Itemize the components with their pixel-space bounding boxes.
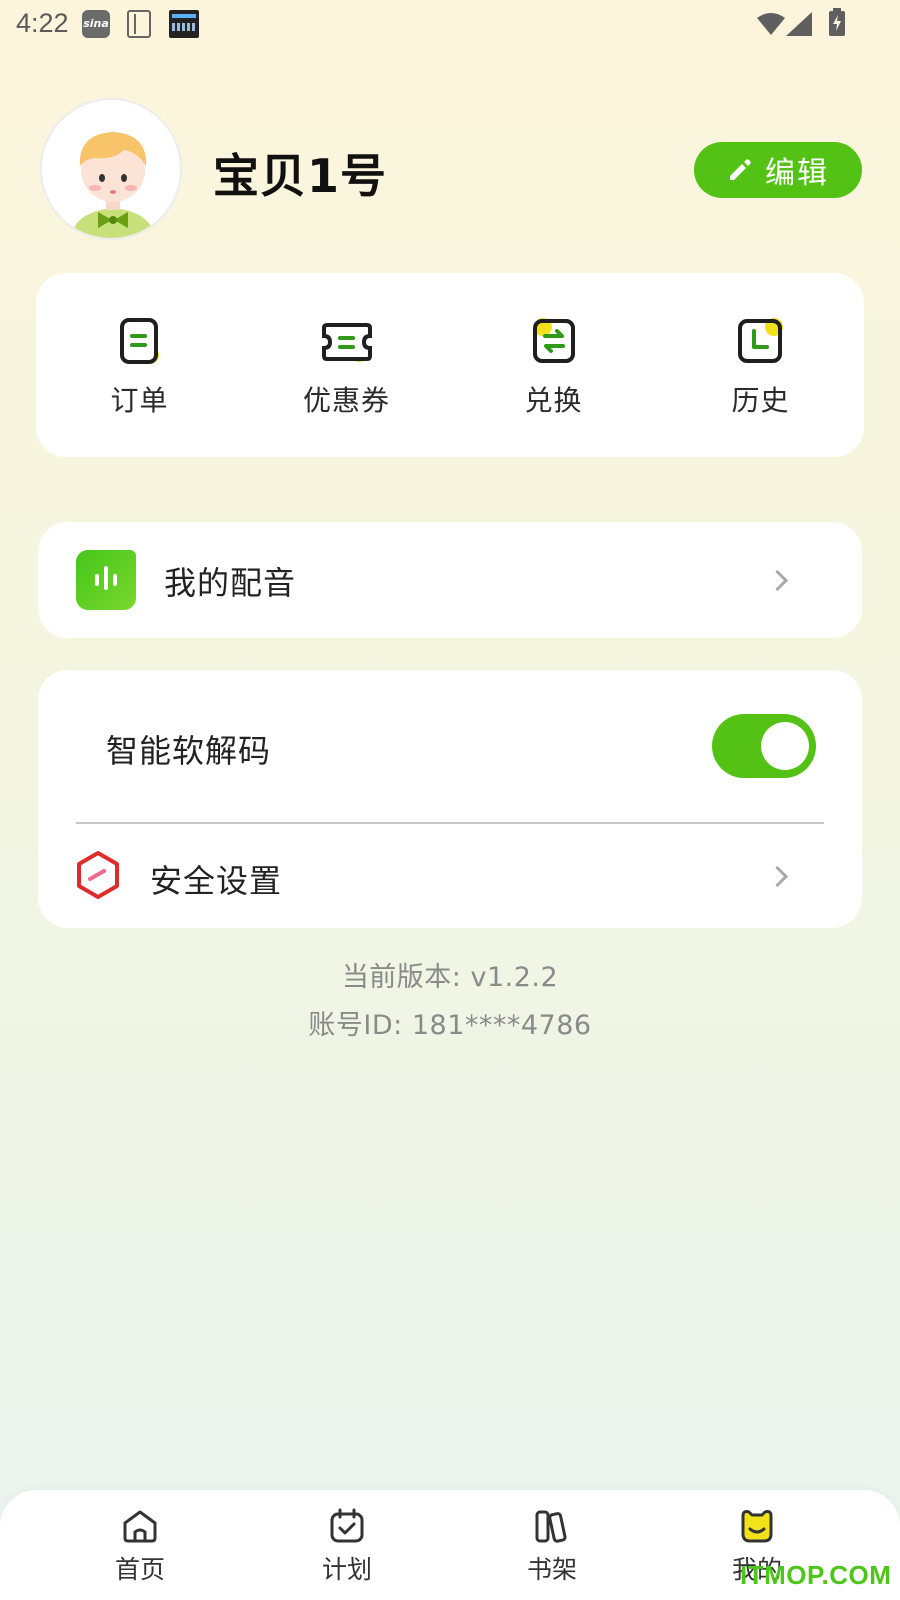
settings-card: 智能软解码 安全设置	[38, 670, 862, 928]
avatar[interactable]	[40, 98, 182, 240]
nav-label: 书架	[526, 1555, 577, 1584]
shortcut-exchange[interactable]: 兑换	[450, 273, 657, 457]
coupon-icon	[321, 323, 372, 362]
security-settings-row[interactable]: 安全设置	[38, 824, 862, 928]
status-time: 4:22	[16, 8, 69, 38]
watermark: ITMOP.COM	[740, 1560, 892, 1590]
history-icon	[737, 318, 783, 363]
wifi-icon	[757, 13, 785, 35]
shortcut-label: 历史	[731, 384, 790, 417]
notebook-icon	[127, 10, 151, 38]
clock-widget-icon	[169, 10, 199, 38]
calendar-check-icon	[330, 1508, 364, 1543]
exchange-icon	[532, 318, 575, 363]
shortcut-card: 订单 优惠券 兑换 历史	[36, 273, 864, 457]
nav-label: 计划	[321, 1555, 372, 1584]
shortcut-coupons[interactable]: 优惠券	[243, 273, 450, 457]
account-id-text: 账号ID: 181****4786	[308, 1010, 592, 1041]
shortcut-history[interactable]: 历史	[657, 273, 864, 457]
chevron-right-icon	[766, 865, 789, 888]
security-settings-label: 安全设置	[150, 862, 283, 900]
home-icon	[123, 1510, 157, 1543]
mascot-face-icon	[741, 1510, 773, 1543]
shortcut-orders[interactable]: 订单	[36, 273, 243, 457]
nav-plan[interactable]: 计划	[287, 1508, 407, 1586]
nav-bookshelf[interactable]: 书架	[492, 1508, 612, 1586]
hexagon-shield-icon	[77, 851, 119, 899]
my-dubbing-label: 我的配音	[164, 564, 297, 602]
username: 宝贝1号	[213, 149, 388, 203]
smart-decoder-toggle[interactable]	[712, 714, 816, 778]
shortcut-label: 优惠券	[302, 384, 390, 417]
battery-charging-icon	[829, 8, 845, 36]
version-text: 当前版本: v1.2.2	[341, 962, 559, 993]
my-dubbing-row[interactable]: 我的配音	[38, 522, 862, 638]
edit-label: 编辑	[765, 156, 829, 191]
edit-profile-button[interactable]: 编辑	[694, 142, 862, 198]
audio-bars-icon	[76, 550, 136, 610]
child-avatar-icon	[42, 100, 180, 238]
shortcut-label: 兑换	[524, 384, 583, 417]
signal-icon	[786, 12, 812, 36]
toggle-knob	[761, 722, 809, 770]
nav-label: 首页	[114, 1555, 165, 1584]
sina-weibo-icon: sina	[82, 10, 110, 38]
nav-home[interactable]: 首页	[80, 1508, 200, 1586]
shortcut-label: 订单	[110, 384, 169, 417]
order-icon	[119, 318, 159, 364]
status-bar: 4:22 sina	[0, 0, 900, 48]
bookshelf-icon	[535, 1510, 567, 1543]
pencil-icon	[730, 159, 751, 180]
smart-decoder-label: 智能软解码	[106, 732, 272, 770]
chevron-right-icon	[766, 569, 789, 592]
